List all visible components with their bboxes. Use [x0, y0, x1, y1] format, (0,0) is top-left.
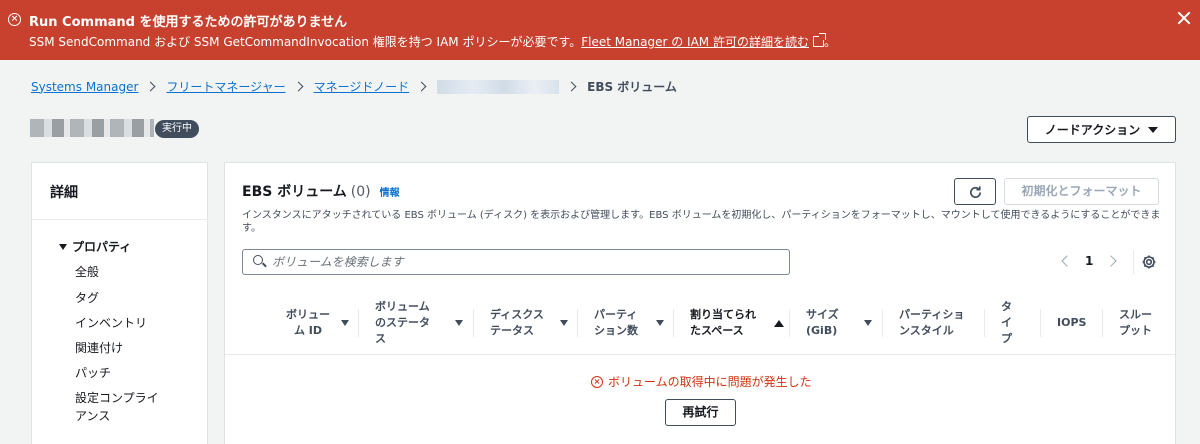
caret-down-icon — [1148, 126, 1159, 133]
banner-iam-link[interactable]: Fleet Manager の IAM 許可の詳細を読む — [581, 35, 809, 49]
sidebar-item-configuration-compliance[interactable]: 設定コンプライアンス — [75, 389, 165, 425]
chevron-left-icon[interactable] — [1061, 255, 1073, 267]
ebs-volumes-panel: EBS ボリューム (0) 情報 初期化とフォーマット インスタンスにアタッチさ… — [224, 162, 1176, 444]
chevron-right-icon — [293, 81, 304, 92]
properties-toggle[interactable]: プロパティ — [59, 238, 131, 255]
node-action-button[interactable]: ノードアクション — [1027, 116, 1176, 143]
banner-title: Run Command を使用するための許可がありません — [29, 15, 348, 30]
close-icon[interactable] — [1176, 10, 1192, 26]
pagination: 1 — [1061, 254, 1118, 268]
chevron-right-icon — [145, 81, 156, 92]
initialize-format-button[interactable]: 初期化とフォーマット — [1004, 178, 1159, 205]
error-circle-icon: × — [8, 13, 21, 26]
ebs-title: EBS ボリューム — [242, 184, 347, 200]
details-panel: 詳細 プロパティ 全般 タグ インベントリ 関連付け パッチ 設定コンプライアン… — [31, 162, 209, 444]
breadcrumb-managed-nodes[interactable]: マネージドノード — [314, 78, 410, 95]
node-name-redacted — [30, 119, 154, 137]
column-partition-count[interactable]: パーティション数 — [578, 291, 674, 355]
sidebar-item-general[interactable]: 全般 — [75, 263, 185, 281]
sidebar-item-patches[interactable]: パッチ — [75, 364, 185, 382]
sort-icon — [864, 320, 872, 326]
column-throughput[interactable]: スループット — [1103, 291, 1175, 355]
sidebar-item-tags[interactable]: タグ — [75, 289, 185, 307]
ebs-count: (0) — [350, 184, 371, 200]
table-header: ボリューム ID ボリュームのステータス ディスクステータス パーティション数 … — [225, 291, 1175, 355]
chevron-right-icon[interactable] — [1105, 255, 1118, 267]
refresh-icon — [970, 186, 982, 198]
sidebar-item-inventory[interactable]: インベントリ — [75, 314, 185, 332]
breadcrumb-current: EBS ボリューム — [587, 80, 677, 94]
column-volume-id[interactable]: ボリューム ID — [273, 291, 359, 355]
caret-down-icon — [59, 243, 67, 250]
column-volume-status[interactable]: ボリュームのステータス — [359, 291, 474, 355]
divider — [32, 219, 209, 220]
chevron-right-icon — [416, 81, 427, 92]
breadcrumb-systems-manager[interactable]: Systems Manager — [31, 80, 138, 94]
ebs-description: インスタンスにアタッチされている EBS ボリューム (ディスク) を表示および… — [242, 210, 1161, 234]
banner-message-text: SSM SendCommand および SSM GetCommandInvoca… — [29, 35, 582, 49]
sidebar-item-associations[interactable]: 関連付け — [75, 339, 185, 357]
breadcrumb-node-id-redacted[interactable] — [437, 79, 560, 94]
error-banner: × Run Command を使用するための許可がありません SSM SendC… — [0, 0, 1200, 60]
sort-icon — [656, 320, 664, 326]
search-field[interactable] — [242, 249, 790, 275]
sort-icon — [455, 320, 463, 326]
divider — [1133, 250, 1134, 274]
breadcrumb: Systems Manager フリートマネージャー マネージドノード EBS … — [31, 78, 677, 95]
column-partition-style[interactable]: パーティションスタイル — [883, 291, 985, 355]
column-disk-status[interactable]: ディスクステータス — [474, 291, 578, 355]
error-message: × ボリュームの取得中に問題が発生した — [591, 373, 812, 390]
column-type[interactable]: タイプ — [985, 291, 1041, 355]
search-icon — [252, 254, 268, 270]
refresh-button[interactable] — [954, 178, 996, 205]
external-link-icon[interactable] — [812, 33, 826, 47]
info-link[interactable]: 情報 — [380, 184, 400, 199]
details-title: 詳細 — [50, 185, 78, 201]
search-input[interactable] — [272, 255, 772, 269]
gear-icon[interactable] — [1141, 254, 1157, 270]
column-iops[interactable]: IOPS — [1041, 291, 1103, 355]
error-circle-icon: × — [591, 375, 603, 388]
chevron-right-icon — [566, 81, 577, 92]
node-action-label: ノードアクション — [1044, 123, 1141, 137]
ebs-header: EBS ボリューム (0) 情報 — [242, 181, 400, 201]
retry-button[interactable]: 再試行 — [665, 399, 736, 426]
status-badge: 実行中 — [155, 120, 199, 138]
properties-label: プロパティ — [72, 240, 132, 254]
sort-icon — [341, 320, 349, 326]
column-size[interactable]: サイズ (GiB) — [790, 291, 883, 355]
breadcrumb-fleet-manager[interactable]: フリートマネージャー — [166, 78, 285, 95]
sort-ascending-icon — [774, 319, 784, 327]
sort-icon — [560, 320, 568, 326]
column-allocated-space[interactable]: 割り当てられたスペース — [674, 291, 790, 355]
error-text: ボリュームの取得中に問題が発生した — [608, 375, 812, 389]
banner-message: SSM SendCommand および SSM GetCommandInvoca… — [29, 33, 836, 50]
page-number[interactable]: 1 — [1085, 254, 1093, 268]
